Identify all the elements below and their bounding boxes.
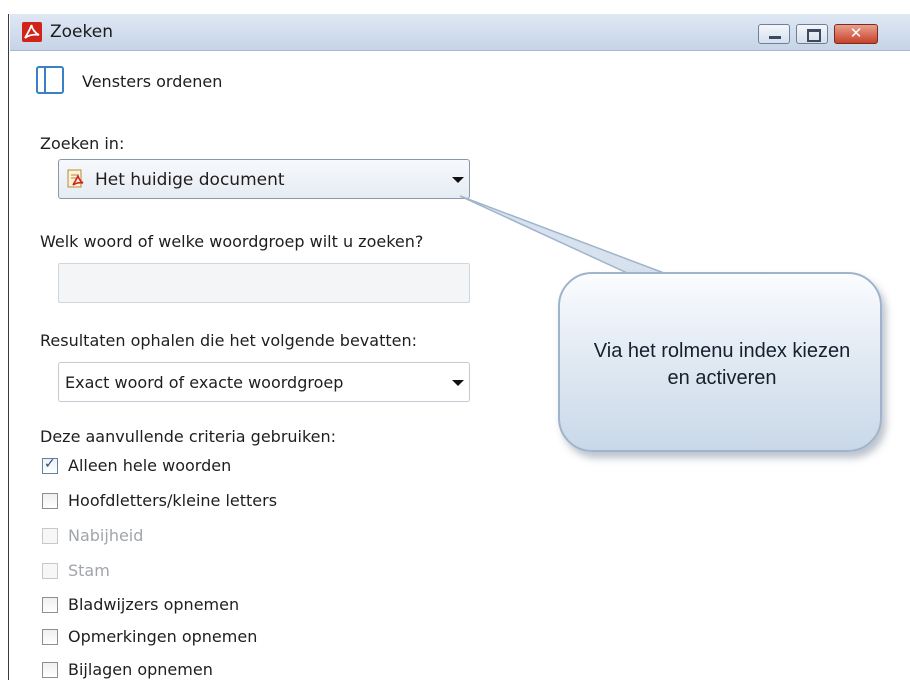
- checkbox-box: [42, 563, 58, 579]
- adobe-reader-icon: [22, 22, 42, 42]
- chevron-down-icon: [452, 380, 464, 386]
- pdf-document-icon: [67, 169, 85, 189]
- chevron-down-icon: [452, 177, 464, 183]
- window-title: Zoeken: [50, 22, 113, 42]
- search-in-dropdown[interactable]: Het huidige document: [58, 159, 470, 199]
- minimize-icon: [769, 36, 781, 39]
- window-edge-divider: [8, 14, 9, 680]
- title-bar[interactable]: Zoeken ✕: [10, 14, 910, 51]
- results-label: Resultaten ophalen die het volgende beva…: [40, 331, 417, 350]
- checkbox-box[interactable]: [42, 493, 58, 509]
- minimize-button[interactable]: [758, 24, 790, 44]
- maximize-icon: [807, 29, 821, 42]
- checkbox-label: Bijlagen opnemen: [68, 660, 213, 679]
- checkbox-box[interactable]: [42, 662, 58, 678]
- callout-text: Via het rolmenu index kiezen en activere…: [593, 340, 851, 389]
- maximize-button[interactable]: [796, 24, 828, 44]
- checkbox-box[interactable]: [42, 629, 58, 645]
- close-icon: ✕: [849, 24, 863, 42]
- checkbox-label: Stam: [68, 561, 110, 580]
- checkbox-label: Alleen hele woorden: [68, 456, 232, 475]
- checkbox-label: Bladwijzers opnemen: [68, 595, 240, 614]
- arrange-windows-link[interactable]: Vensters ordenen: [82, 72, 222, 91]
- checkbox-label: Hoofdletters/kleine letters: [68, 491, 278, 510]
- search-input[interactable]: [58, 263, 470, 303]
- close-button[interactable]: ✕: [834, 24, 878, 44]
- results-selected: Exact woord of exacte woordgroep: [65, 373, 344, 392]
- checkbox-label: Nabijheid: [68, 526, 144, 545]
- arrange-windows-icon[interactable]: [36, 66, 64, 94]
- checkbox-label: Opmerkingen opnemen: [68, 627, 258, 646]
- search-in-label: Zoeken in:: [40, 134, 125, 153]
- criteria-label: Deze aanvullende criteria gebruiken:: [40, 427, 337, 446]
- callout-annotation: Via het rolmenu index kiezen en activere…: [558, 272, 882, 452]
- checkbox-box: [42, 528, 58, 544]
- checkbox-box[interactable]: [42, 597, 58, 613]
- search-in-selected: Het huidige document: [95, 170, 285, 190]
- checkbox-box[interactable]: [42, 456, 58, 474]
- query-label: Welk woord of welke woordgroep wilt u zo…: [40, 232, 424, 251]
- results-dropdown[interactable]: Exact woord of exacte woordgroep: [58, 362, 470, 402]
